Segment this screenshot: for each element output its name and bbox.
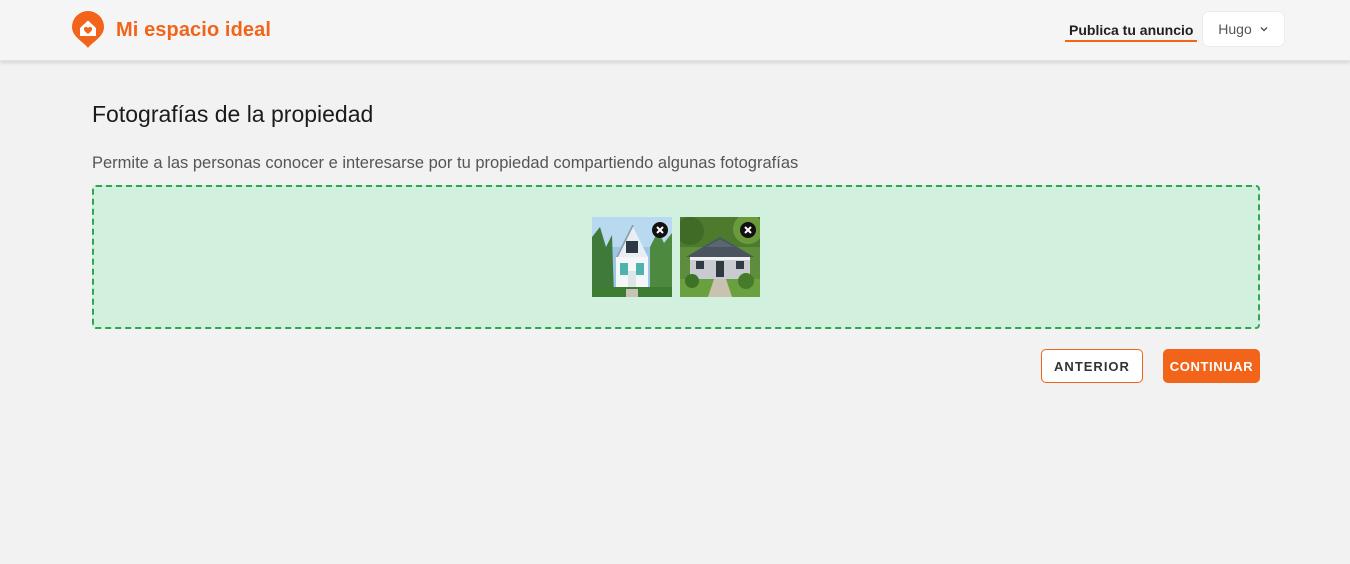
close-icon [656, 226, 664, 234]
user-name: Hugo [1218, 21, 1252, 37]
brand-name: Mi espacio ideal [116, 18, 271, 41]
close-icon [744, 226, 752, 234]
chevron-down-icon [1260, 26, 1268, 32]
page-title: Fotografías de la propiedad [92, 101, 374, 127]
continue-button[interactable]: CONTINUAR [1163, 349, 1260, 383]
brand-logo-link[interactable]: Mi espacio ideal [70, 11, 271, 49]
previous-button[interactable]: ANTERIOR [1041, 349, 1143, 383]
page-description: Permite a las personas conocer e interes… [92, 154, 799, 172]
photo-thumbnail[interactable] [680, 217, 760, 297]
remove-photo-button[interactable] [652, 222, 668, 238]
house-pin-icon [72, 11, 104, 48]
photo-thumbnail[interactable] [592, 217, 672, 297]
top-navbar: Mi espacio ideal Publica tu anuncio Hugo [0, 0, 1350, 61]
remove-photo-button[interactable] [740, 222, 756, 238]
publish-listing-link[interactable]: Publica tu anuncio [1065, 20, 1198, 42]
photo-dropzone[interactable] [92, 185, 1260, 329]
user-menu-dropdown[interactable]: Hugo [1203, 12, 1284, 46]
